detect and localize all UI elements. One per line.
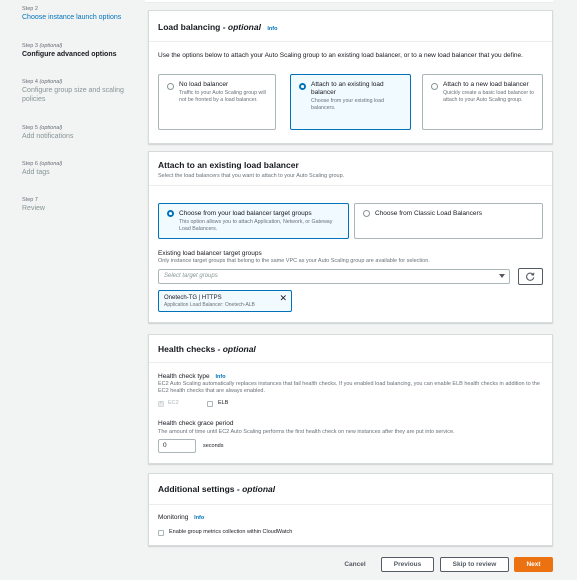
chevron-down-icon — [499, 274, 505, 278]
elb-checkbox[interactable] — [207, 401, 213, 407]
refresh-icon — [526, 272, 535, 281]
token-title: Onetech-TG | HTTPS — [164, 295, 222, 301]
ec2-label: EC2 — [168, 400, 179, 406]
health-type-desc: EC2 Auto Scaling automatically replaces … — [158, 381, 540, 394]
option-desc: Traffic to your Auto Scaling group will … — [179, 90, 266, 103]
monitoring-label: Monitoring — [158, 514, 189, 521]
option-desc: Choose from your existing load balancers… — [311, 98, 385, 111]
health-optional: - optional — [217, 344, 256, 354]
step-7-label: Step 7 — [22, 197, 38, 203]
divider — [149, 362, 552, 363]
close-icon[interactable]: ✕ — [279, 293, 287, 303]
step-3-label: Step 3 — [22, 43, 38, 49]
option-title: Choose from your load balancer target gr… — [179, 210, 312, 217]
target-groups-select[interactable]: Select target groups — [158, 269, 510, 284]
previous-panel-edge — [145, 0, 553, 3]
cancel-button[interactable]: Cancel — [337, 557, 373, 572]
step-3-optional: (optional) — [39, 43, 63, 49]
step-4: Step 4 (optional) Configure group size a… — [22, 79, 132, 104]
additional-heading: Additional settings - optional — [158, 484, 275, 495]
option-title: Attach to a new load balancer — [443, 81, 529, 88]
step-2-label: Step 2 — [22, 6, 38, 12]
option-title: Choose from Classic Load Balancers — [375, 210, 482, 217]
target-groups-hint: Only instance target groups that belong … — [158, 258, 430, 264]
step-6-title: Add tags — [22, 169, 50, 176]
option-desc: This option allows you to attach Applica… — [179, 219, 333, 232]
radio-classic-lb[interactable] — [363, 210, 370, 217]
health-type-info-link[interactable]: Info — [215, 374, 225, 380]
attach-heading: Attach to an existing load balancer — [158, 160, 299, 170]
load-balancing-info-link[interactable]: Info — [267, 26, 277, 32]
grace-period-label: Health check grace period — [158, 420, 234, 427]
load-balancing-description: Use the options below to attach your Aut… — [158, 52, 523, 59]
divider — [149, 41, 552, 42]
monitoring-info-link[interactable]: Info — [194, 515, 204, 521]
option-classic-lb[interactable]: Choose from Classic Load Balancers — [354, 203, 543, 239]
target-groups-label: Existing load balancer target groups — [158, 250, 262, 257]
option-title: Attach to an existing load balancer — [311, 81, 384, 96]
additional-settings-panel: Additional settings - optional Monitorin… — [148, 473, 553, 546]
option-desc: Quickly create a basic load balancer to … — [443, 90, 534, 103]
step-4-optional: (optional) — [39, 79, 63, 85]
divider — [149, 185, 552, 186]
skip-to-review-button[interactable]: Skip to review — [440, 557, 509, 572]
radio-attach-existing[interactable] — [299, 83, 306, 90]
step-5-title: Add notifications — [22, 133, 74, 140]
load-balancing-heading: Load balancing - optional Info — [158, 22, 277, 35]
option-title: No load balancer — [179, 81, 229, 88]
health-checks-panel: Health checks - optional Health check ty… — [148, 334, 553, 464]
attach-subtitle: Select the load balancers that you want … — [158, 173, 345, 179]
selected-target-group-token: Onetech-TG | HTTPS Application Load Bala… — [158, 290, 292, 312]
metrics-checkbox[interactable] — [158, 530, 164, 536]
option-attach-existing[interactable]: Attach to an existing load balancer Choo… — [290, 74, 411, 130]
health-title: Health checks — [158, 344, 216, 354]
step-5-optional: (optional) — [39, 125, 63, 131]
step-6-optional: (optional) — [39, 161, 63, 167]
step-5: Step 5 (optional) Add notifications — [22, 125, 73, 141]
wizard-steps-nav: Step 2 Choose instance launch options St… — [0, 0, 140, 580]
metrics-label: Enable group metrics collection within C… — [169, 529, 293, 535]
step-6: Step 6 (optional) Add tags — [22, 161, 62, 177]
load-balancing-panel: Load balancing - optional Info Use the o… — [148, 10, 553, 144]
additional-title: Additional settings — [158, 484, 235, 494]
option-target-groups[interactable]: Choose from your load balancer target gr… — [158, 203, 349, 239]
step-4-label: Step 4 — [22, 79, 38, 85]
monitoring-heading: Monitoring Info — [158, 513, 204, 523]
radio-attach-new[interactable] — [431, 83, 438, 90]
step-6-label: Step 6 — [22, 161, 38, 167]
previous-button[interactable]: Previous — [381, 557, 434, 572]
step-3: Step 3 (optional) Configure advanced opt… — [22, 43, 117, 59]
target-groups-placeholder: Select target groups — [164, 273, 218, 279]
additional-optional: - optional — [236, 484, 276, 494]
step-7-title: Review — [22, 205, 45, 212]
radio-no-load-balancer[interactable] — [167, 83, 174, 90]
refresh-button[interactable] — [518, 268, 543, 285]
step-5-label: Step 5 — [22, 125, 38, 131]
ec2-checkbox — [158, 400, 164, 407]
step-4-title: Configure group size and scaling policie… — [22, 87, 124, 103]
load-balancing-optional: - optional — [222, 22, 261, 32]
attach-existing-panel: Attach to an existing load balancer Sele… — [148, 151, 553, 323]
next-button[interactable]: Next — [514, 557, 553, 572]
step-3-title: Configure advanced options — [22, 51, 117, 58]
radio-target-groups[interactable] — [167, 210, 174, 217]
health-heading: Health checks - optional — [158, 344, 256, 355]
step-2[interactable]: Step 2 Choose instance launch options — [22, 6, 121, 22]
grace-period-desc: The amount of time until EC2 Auto Scalin… — [158, 429, 455, 435]
step-2-title[interactable]: Choose instance launch options — [22, 13, 121, 22]
step-7: Step 7 Review — [22, 197, 45, 213]
load-balancing-title: Load balancing — [158, 22, 221, 32]
token-desc: Application Load Balancer: Onetech-ALB — [164, 302, 255, 308]
divider — [149, 504, 552, 505]
grace-period-unit: seconds — [203, 443, 224, 449]
option-no-load-balancer[interactable]: No load balancer Traffic to your Auto Sc… — [158, 74, 276, 130]
grace-period-input[interactable]: 0 — [158, 439, 196, 453]
health-type-label: Health check type — [158, 373, 210, 380]
elb-label: ELB — [218, 400, 229, 406]
option-attach-new[interactable]: Attach to a new load balancer Quickly cr… — [422, 74, 543, 130]
